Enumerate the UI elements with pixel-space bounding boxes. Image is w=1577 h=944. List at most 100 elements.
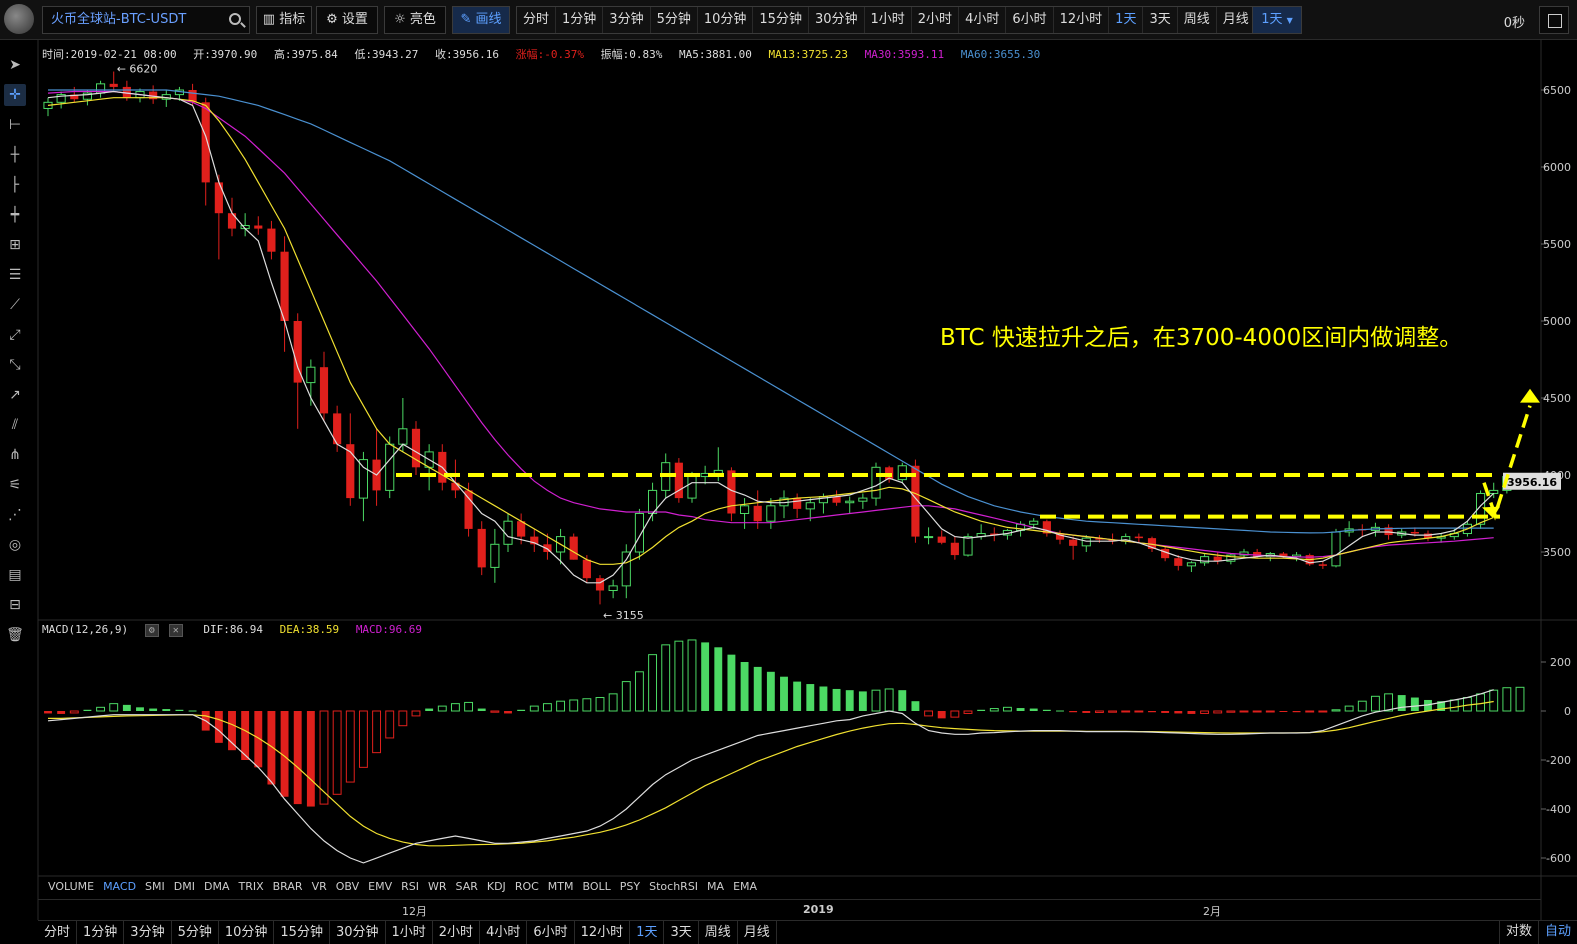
indicator-tab-trix[interactable]: TRIX — [238, 880, 263, 893]
crosshair-icon[interactable]: ✛ — [4, 84, 26, 106]
maximize-icon[interactable] — [1539, 6, 1569, 34]
segment-icon[interactable]: ⊢ — [4, 114, 26, 136]
price-line-icon[interactable]: ⊞ — [4, 234, 26, 256]
indicator-tab-ma[interactable]: MA — [707, 880, 724, 893]
symbol-search[interactable]: 火币全球站-BTC-USDT — [42, 6, 250, 34]
bottom-period-7[interactable]: 1小时 — [386, 921, 433, 944]
period-11[interactable]: 12小时 — [1054, 7, 1110, 33]
extended-line-icon[interactable]: ⤡ — [4, 354, 26, 376]
fib-retracement-icon[interactable]: ▤ — [4, 564, 26, 586]
info-high: 高:3975.84 — [273, 48, 338, 61]
parallel-line-icon[interactable]: ☰ — [4, 264, 26, 286]
indicator-tab-rsi[interactable]: RSI — [401, 880, 419, 893]
macd-bar — [437, 705, 447, 712]
period-13[interactable]: 3天 — [1143, 7, 1178, 33]
arrow-line-icon[interactable]: ↗ — [4, 384, 26, 406]
macd-bar — [1384, 693, 1394, 712]
indicator-tab-vr[interactable]: VR — [312, 880, 327, 893]
indicator-tab-stochrsi[interactable]: StochRSI — [649, 880, 698, 893]
bottom-period-9[interactable]: 4小时 — [480, 921, 528, 944]
candle-body — [1331, 531, 1341, 567]
settings-button[interactable]: ⚙ 设置 — [316, 6, 378, 34]
auto-scale-toggle[interactable]: 自动 — [1537, 920, 1577, 944]
period-0[interactable]: 分时 — [517, 7, 557, 33]
candle-body — [569, 536, 578, 560]
search-icon[interactable] — [229, 13, 241, 25]
indicator-tab-dmi[interactable]: DMI — [174, 880, 195, 893]
fib-spiral-icon[interactable]: ◎ — [4, 534, 26, 556]
macd-bar — [542, 703, 552, 712]
close-icon[interactable]: ✕ — [168, 623, 183, 637]
macd-bar — [1108, 710, 1118, 713]
horizontal-ray-icon[interactable]: ┼ — [4, 144, 26, 166]
horizontal-line-icon[interactable]: ├ — [4, 174, 26, 196]
macd-bar — [963, 710, 973, 714]
ray-line-icon[interactable]: ⤢ — [4, 324, 26, 346]
gann-fan-icon[interactable]: ⚟ — [4, 474, 26, 496]
indicator-tab-boll[interactable]: BOLL — [583, 880, 611, 893]
period-1[interactable]: 1分钟 — [556, 7, 604, 33]
price-tick-label: 5000 — [1543, 315, 1571, 328]
indicator-tab-volume[interactable]: VOLUME — [48, 880, 94, 893]
theme-button[interactable]: ☼ 亮色 — [384, 6, 446, 34]
fib-fan-icon[interactable]: ⋰ — [4, 504, 26, 526]
vertical-line-icon[interactable]: ┿ — [4, 204, 26, 226]
bottom-period-11[interactable]: 12小时 — [575, 921, 631, 944]
period-8[interactable]: 2小时 — [912, 7, 960, 33]
pitchfork-icon[interactable]: ⋔ — [4, 444, 26, 466]
candle-body — [477, 528, 486, 568]
indicator-tab-kdj[interactable]: KDJ — [487, 880, 506, 893]
indicator-tab-obv[interactable]: OBV — [336, 880, 359, 893]
macd-bar — [122, 704, 131, 711]
period-dropdown[interactable]: 1天 ▼ — [1252, 6, 1302, 34]
measure-icon[interactable]: ⊟ — [4, 594, 26, 616]
bottom-period-15[interactable]: 月线 — [738, 921, 777, 944]
indicator-tab-brar[interactable]: BRAR — [273, 880, 303, 893]
indicator-tab-roc[interactable]: ROC — [515, 880, 539, 893]
trend-line-icon[interactable]: ⟋ — [4, 294, 26, 316]
draw-button[interactable]: ✎ 画线 — [452, 6, 510, 34]
period-7[interactable]: 1小时 — [865, 7, 912, 33]
bottom-period-0[interactable]: 分时 — [38, 921, 78, 944]
period-9[interactable]: 4小时 — [959, 7, 1007, 33]
indicator-tab-psy[interactable]: PSY — [620, 880, 640, 893]
period-5[interactable]: 15分钟 — [753, 7, 809, 33]
chart-canvas[interactable]: 3500400045005000550060006500← 6620← 3155… — [0, 0, 1577, 944]
bottom-period-8[interactable]: 2小时 — [433, 921, 481, 944]
period-15[interactable]: 月线 — [1217, 7, 1256, 33]
candle-body — [1029, 520, 1039, 525]
indicator-tab-wr[interactable]: WR — [428, 880, 447, 893]
bottom-period-10[interactable]: 6小时 — [527, 921, 575, 944]
bottom-period-4[interactable]: 10分钟 — [219, 921, 275, 944]
bottom-period-2[interactable]: 3分钟 — [124, 921, 172, 944]
indicator-tab-mtm[interactable]: MTM — [548, 880, 574, 893]
indicator-tab-smi[interactable]: SMI — [145, 880, 165, 893]
indicator-tab-emv[interactable]: EMV — [368, 880, 392, 893]
gear-icon[interactable]: ⚙ — [144, 623, 159, 637]
indicators-button[interactable]: ▥ 指标 — [256, 6, 312, 34]
period-10[interactable]: 6小时 — [1006, 7, 1054, 33]
period-2[interactable]: 3分钟 — [603, 7, 651, 33]
log-scale-toggle[interactable]: 对数 — [1498, 920, 1538, 944]
period-6[interactable]: 30分钟 — [809, 7, 865, 33]
info-ma13: MA13:3725.23 — [768, 48, 848, 61]
bottom-period-14[interactable]: 周线 — [699, 921, 738, 944]
indicator-tab-macd[interactable]: MACD — [103, 880, 136, 893]
indicator-tab-ema[interactable]: EMA — [733, 880, 757, 893]
period-3[interactable]: 5分钟 — [651, 7, 698, 33]
period-12[interactable]: 1天 — [1109, 7, 1144, 33]
period-14[interactable]: 周线 — [1178, 7, 1217, 33]
bottom-period-5[interactable]: 15分钟 — [274, 921, 330, 944]
candle-body — [214, 182, 223, 214]
parallel-channel-icon[interactable]: ⫽ — [4, 414, 26, 436]
indicator-tab-dma[interactable]: DMA — [204, 880, 230, 893]
period-4[interactable]: 10分钟 — [698, 7, 754, 33]
bottom-period-13[interactable]: 3天 — [664, 921, 699, 944]
bottom-period-6[interactable]: 30分钟 — [330, 921, 386, 944]
indicator-tab-sar[interactable]: SAR — [456, 880, 478, 893]
bottom-period-1[interactable]: 1分钟 — [77, 921, 125, 944]
trash-icon[interactable]: 🗑 — [4, 624, 26, 646]
bottom-period-3[interactable]: 5分钟 — [172, 921, 219, 944]
cursor-icon[interactable]: ➤ — [4, 54, 26, 76]
bottom-period-12[interactable]: 1天 — [630, 921, 665, 944]
